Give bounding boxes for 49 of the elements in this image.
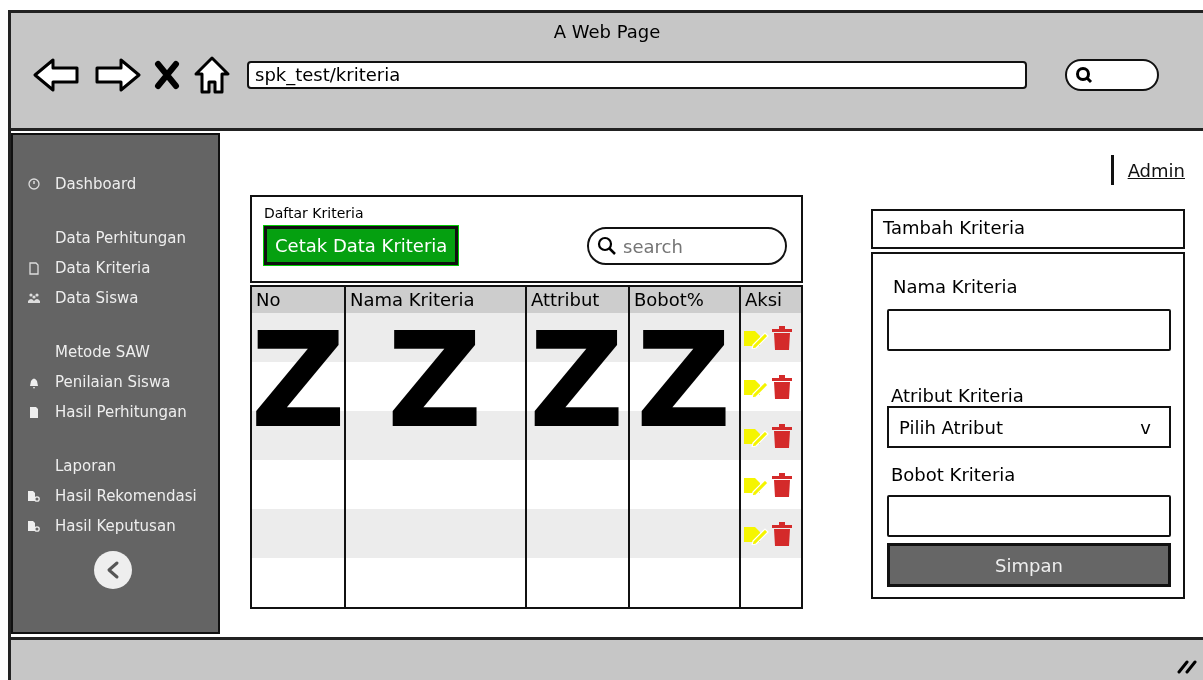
save-button[interactable]: Simpan [887,543,1171,587]
sidebar-item[interactable]: Data Siswa [55,289,139,307]
dropdown-value: Pilih Atribut [899,416,1003,438]
delete-icon[interactable] [771,471,793,498]
sidebar-item[interactable]: Penilaian Siswa [55,373,171,391]
placeholder-mark: Z [250,321,346,439]
caret-icon: v [1140,416,1151,438]
user-link[interactable]: Admin [1127,159,1185,181]
forward-icon[interactable] [93,57,141,93]
form-title: Tambah Kriteria [871,209,1185,249]
input-field[interactable] [887,495,1171,537]
section-heading: Laporan [54,456,118,477]
panel-title: Daftar Kriteria [264,205,365,221]
delete-icon[interactable] [771,324,793,351]
file-icon [28,405,40,419]
delete-icon[interactable] [771,373,793,400]
search-icon [1075,66,1093,84]
file-icon [27,490,41,502]
sidebar-item[interactable]: Hasil Rekomendasi [55,487,197,505]
delete-icon[interactable] [771,422,793,449]
search-field[interactable]: search [587,227,787,265]
placeholder-mark: Z [386,321,483,439]
close-icon[interactable] [153,59,181,91]
field-label: Atribut Kriteria [891,385,1025,406]
collapse-button[interactable] [93,551,132,589]
print-button[interactable]: Cetak Data Kriteria [264,225,459,265]
field-label: Bobot Kriteria [891,464,1017,485]
section-heading: Metode SAW [54,342,151,363]
people-icon [27,292,41,304]
search-field[interactable] [1065,59,1159,91]
file-icon [27,520,41,532]
gauge-icon [28,178,40,190]
field-label: Nama Kriteria [893,276,1019,297]
sidebar-item[interactable]: Data Kriteria [55,259,151,277]
section-heading: Data Perhitungan [54,228,187,249]
sidebar-item[interactable]: Hasil Perhitungan [55,403,187,421]
placeholder-mark: Z [528,321,625,439]
window-title: A Web Page [552,20,662,44]
back-icon[interactable] [33,57,81,93]
placeholder-mark: Z [635,321,732,439]
home-icon[interactable] [193,55,231,95]
file-icon [28,261,40,275]
search-icon [597,236,617,256]
input-field[interactable] [887,309,1171,351]
sidebar-item[interactable]: Dashboard [55,175,137,193]
dropdown[interactable]: Pilih Atribut v [887,406,1171,448]
sidebar-item[interactable]: Hasil Keputusan [55,517,176,535]
address-field[interactable]: spk_test/kriteria [247,61,1027,89]
delete-icon[interactable] [771,520,793,547]
